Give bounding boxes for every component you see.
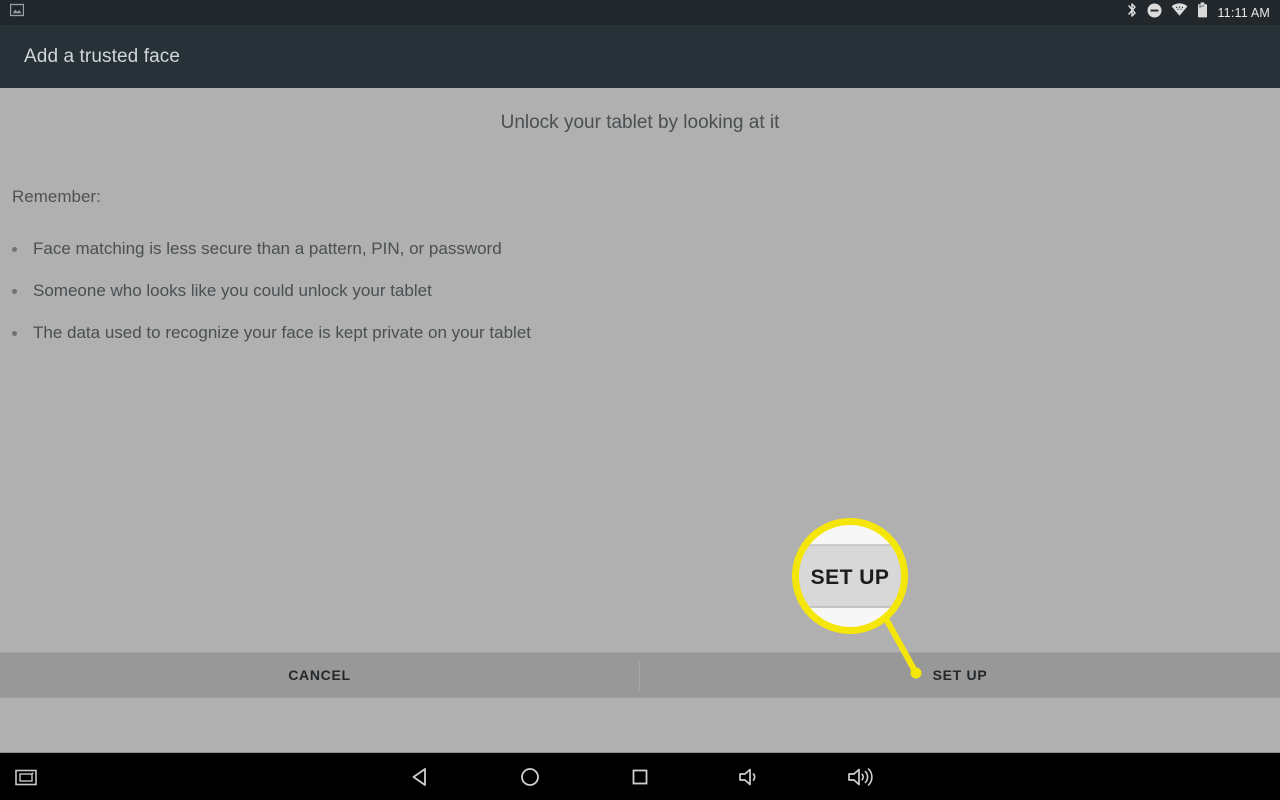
list-item: The data used to recognize your face is … — [12, 312, 1112, 354]
reminder-list: Face matching is less secure than a patt… — [12, 228, 1112, 354]
setup-button-label: SET UP — [932, 667, 988, 683]
camera-icon — [15, 769, 37, 786]
app-title-bar: Add a trusted face — [0, 25, 1280, 88]
bluetooth-icon — [1126, 2, 1138, 23]
battery-icon — [1197, 2, 1208, 23]
page-title: Add a trusted face — [24, 46, 181, 67]
list-item-label: The data used to recognize your face is … — [33, 323, 532, 342]
status-bar-left-icons — [0, 3, 25, 22]
status-bar: 11:11 AM — [0, 0, 1280, 25]
volume-up-button[interactable] — [836, 753, 884, 800]
cancel-button-label: CANCEL — [288, 667, 351, 683]
back-button[interactable] — [396, 753, 444, 800]
main-content: Unlock your tablet by looking at it Reme… — [0, 88, 1280, 652]
navigation-bar — [0, 752, 1280, 800]
recents-button[interactable] — [616, 753, 664, 800]
dialog-button-bar: CANCEL SET UP — [0, 652, 1280, 698]
content-lower-filler — [0, 698, 1280, 752]
screenshot-notification-icon — [9, 3, 25, 22]
remember-label: Remember: — [12, 187, 101, 206]
square-icon — [632, 769, 648, 785]
do-not-disturb-icon — [1147, 3, 1162, 23]
list-item-label: Someone who looks like you could unlock … — [33, 281, 432, 300]
status-bar-right-icons: 11:11 AM — [1126, 0, 1280, 25]
bullet-icon — [12, 331, 17, 336]
speaker-high-icon — [848, 768, 873, 786]
headline-text: Unlock your tablet by looking at it — [500, 112, 780, 133]
list-item: Face matching is less secure than a patt… — [12, 228, 1112, 270]
speaker-low-icon — [739, 768, 756, 786]
list-item-label: Face matching is less secure than a patt… — [33, 239, 502, 258]
home-button[interactable] — [506, 753, 554, 800]
status-bar-clock: 11:11 AM — [1217, 5, 1270, 20]
volume-down-button[interactable] — [726, 753, 774, 800]
screenshot-button[interactable] — [6, 753, 46, 800]
circle-icon — [521, 768, 539, 786]
setup-button[interactable]: SET UP — [640, 653, 1280, 697]
triangle-left-icon — [412, 768, 426, 786]
bullet-icon — [12, 247, 17, 252]
list-item: Someone who looks like you could unlock … — [12, 270, 1112, 312]
bullet-icon — [12, 289, 17, 294]
cancel-button[interactable]: CANCEL — [0, 653, 639, 697]
tablet-screen: 11:11 AM Add a trusted face Unlock your … — [0, 0, 1280, 800]
wifi-icon — [1171, 3, 1188, 22]
